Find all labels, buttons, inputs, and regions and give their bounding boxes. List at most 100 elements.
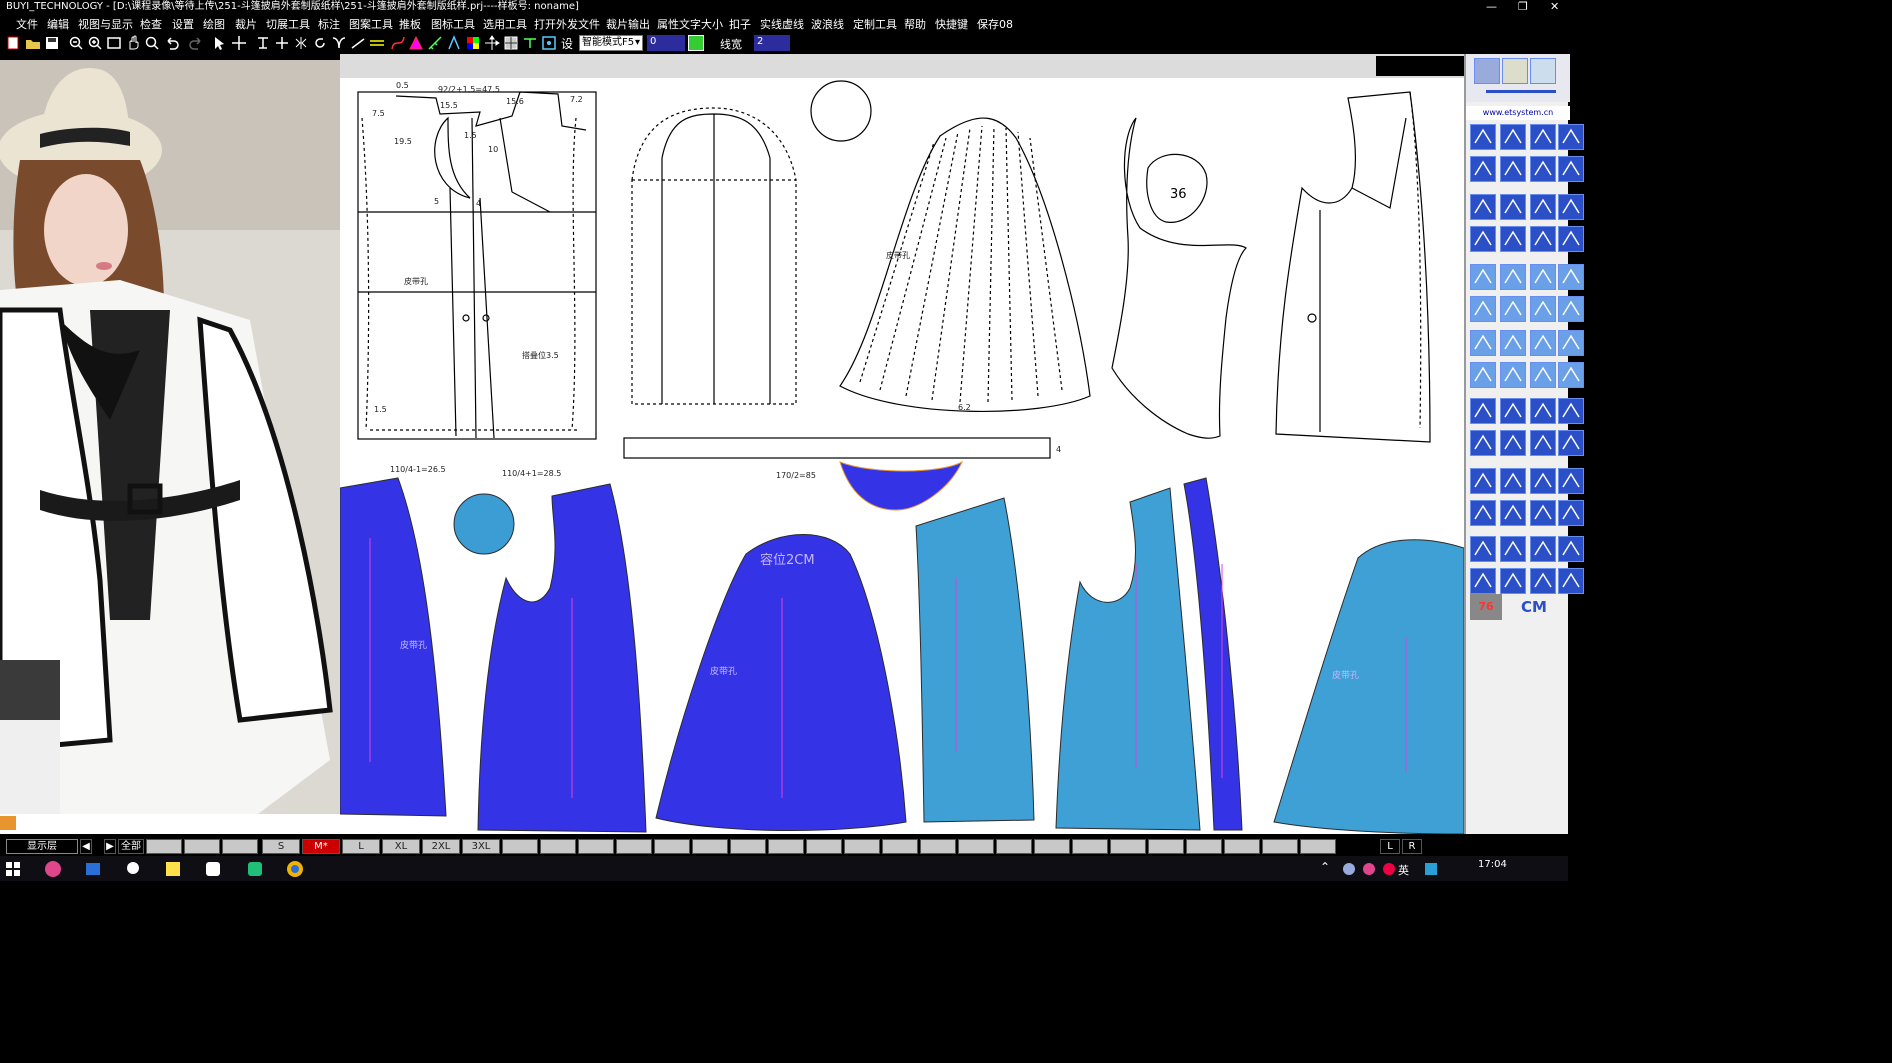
- tool-button-r10-c1[interactable]: [1500, 468, 1526, 494]
- parallel-line-icon[interactable]: [369, 35, 385, 51]
- all-label[interactable]: 全部: [118, 839, 144, 854]
- app-icon-6[interactable]: [246, 860, 264, 878]
- curve-tool-icon[interactable]: [390, 35, 406, 51]
- status-blank-slot[interactable]: [1300, 839, 1336, 854]
- undo-icon[interactable]: [164, 35, 180, 51]
- tool-panel-icon-2[interactable]: [1502, 58, 1528, 84]
- size-2xl[interactable]: 2XL: [422, 839, 460, 854]
- menu-pieces[interactable]: 裁片: [235, 16, 257, 32]
- tray-icon-2[interactable]: [1360, 860, 1378, 878]
- tray-icon-1[interactable]: [1340, 860, 1358, 878]
- app-icon-5[interactable]: [204, 860, 222, 878]
- drawing-canvas[interactable]: 0.5 92/2+1.5=47.5 15.5 15.6 7.2 7.5 19.5…: [340, 78, 1464, 834]
- tool-button-r1-c3[interactable]: [1558, 156, 1584, 182]
- menu-view[interactable]: 视图与显示: [78, 16, 133, 32]
- tool-button-r6-c1[interactable]: [1500, 330, 1526, 356]
- tool-panel-icon-3[interactable]: [1530, 58, 1556, 84]
- app-icon-2[interactable]: [84, 860, 102, 878]
- menu-annotate[interactable]: 标注: [318, 16, 340, 32]
- tool-button-r7-c1[interactable]: [1500, 362, 1526, 388]
- tool-button-r7-c0[interactable]: [1470, 362, 1496, 388]
- close-icon[interactable]: ✕: [1550, 0, 1559, 13]
- tool-button-r11-c0[interactable]: [1470, 500, 1496, 526]
- align-icon[interactable]: [255, 35, 271, 51]
- menu-pattern-tools[interactable]: 图案工具: [349, 16, 393, 32]
- fit-window-icon[interactable]: [106, 35, 122, 51]
- tray-icon-3[interactable]: [1380, 860, 1398, 878]
- tool-button-r11-c3[interactable]: [1558, 500, 1584, 526]
- menu-shortcuts[interactable]: 快捷键: [935, 16, 968, 32]
- status-blank-slot[interactable]: [1148, 839, 1184, 854]
- zoom-window-icon[interactable]: [144, 35, 160, 51]
- browser-icon[interactable]: [286, 860, 304, 878]
- tool-button-r8-c2[interactable]: [1530, 398, 1556, 424]
- dart-tool-icon[interactable]: [446, 35, 462, 51]
- menu-settings[interactable]: 设置: [172, 16, 194, 32]
- tool-button-r12-c1[interactable]: [1500, 536, 1526, 562]
- app-icon-1[interactable]: [44, 860, 62, 878]
- status-blank-slot[interactable]: [996, 839, 1032, 854]
- status-blank-slot[interactable]: [806, 839, 842, 854]
- tool-button-r2-c3[interactable]: [1558, 194, 1584, 220]
- tool-panel-icon-1[interactable]: [1474, 58, 1500, 84]
- tool-button-r9-c2[interactable]: [1530, 430, 1556, 456]
- status-blank-slot[interactable]: [616, 839, 652, 854]
- menu-open-external[interactable]: 打开外发文件: [534, 16, 600, 32]
- tool-button-r0-c2[interactable]: [1530, 124, 1556, 150]
- tool-button-r7-c3[interactable]: [1558, 362, 1584, 388]
- menu-wave-line[interactable]: 波浪线: [811, 16, 844, 32]
- tool-button-r0-c0[interactable]: [1470, 124, 1496, 150]
- tool-button-r2-c0[interactable]: [1470, 194, 1496, 220]
- tool-button-r1-c1[interactable]: [1500, 156, 1526, 182]
- move-point-icon[interactable]: [484, 35, 500, 51]
- status-blank-slot[interactable]: [1186, 839, 1222, 854]
- settings-text-icon[interactable]: 设: [560, 35, 576, 51]
- app-icon-4[interactable]: [164, 860, 182, 878]
- tool-button-r0-c1[interactable]: [1500, 124, 1526, 150]
- tool-button-r10-c0[interactable]: [1470, 468, 1496, 494]
- move-icon[interactable]: [231, 35, 247, 51]
- app-icon-3[interactable]: [124, 860, 142, 878]
- piece-info-icon[interactable]: [541, 35, 557, 51]
- tray-chevron-icon[interactable]: ⌃: [1320, 860, 1338, 878]
- layer-label[interactable]: 显示层: [6, 839, 78, 854]
- status-blank-slot[interactable]: [768, 839, 804, 854]
- tool-button-r13-c3[interactable]: [1558, 568, 1584, 594]
- status-blank-slot[interactable]: [654, 839, 690, 854]
- mirror-icon[interactable]: [293, 35, 309, 51]
- menu-icon-tools[interactable]: 图标工具: [431, 16, 475, 32]
- redo-icon[interactable]: [188, 35, 204, 51]
- tool-button-r9-c1[interactable]: [1500, 430, 1526, 456]
- line-width-field[interactable]: 2: [754, 35, 790, 51]
- menu-save08[interactable]: 保存08: [977, 16, 1013, 32]
- menu-buttons[interactable]: 扣子: [729, 16, 751, 32]
- tool-button-r5-c2[interactable]: [1530, 296, 1556, 322]
- status-l[interactable]: L: [1380, 839, 1400, 854]
- fill-tool-icon[interactable]: [408, 35, 424, 51]
- next-icon[interactable]: ▶: [104, 839, 116, 854]
- status-blank-slot[interactable]: [844, 839, 880, 854]
- tool-button-r1-c2[interactable]: [1530, 156, 1556, 182]
- value-field[interactable]: 0: [647, 35, 685, 51]
- tool-button-r3-c2[interactable]: [1530, 226, 1556, 252]
- tool-button-r8-c3[interactable]: [1558, 398, 1584, 424]
- tool-button-r12-c2[interactable]: [1530, 536, 1556, 562]
- start-icon[interactable]: [4, 860, 22, 878]
- tool-button-r13-c2[interactable]: [1530, 568, 1556, 594]
- tool-button-r8-c0[interactable]: [1470, 398, 1496, 424]
- tool-button-r12-c0[interactable]: [1470, 536, 1496, 562]
- status-blank-slot[interactable]: [1110, 839, 1146, 854]
- status-blank-slot[interactable]: [1034, 839, 1070, 854]
- grid-snap-icon[interactable]: [688, 35, 704, 51]
- menu-piece-output[interactable]: 裁片输出: [606, 16, 650, 32]
- status-r[interactable]: R: [1402, 839, 1422, 854]
- menu-select-tools[interactable]: 选用工具: [483, 16, 527, 32]
- tool-button-r1-c0[interactable]: [1470, 156, 1496, 182]
- status-blank-slot[interactable]: [692, 839, 728, 854]
- menu-help[interactable]: 帮助: [904, 16, 926, 32]
- restore-icon[interactable]: ❐: [1518, 0, 1528, 13]
- menu-check[interactable]: 检查: [140, 16, 162, 32]
- tool-button-r2-c1[interactable]: [1500, 194, 1526, 220]
- new-file-icon[interactable]: [5, 35, 21, 51]
- save-icon[interactable]: [44, 35, 60, 51]
